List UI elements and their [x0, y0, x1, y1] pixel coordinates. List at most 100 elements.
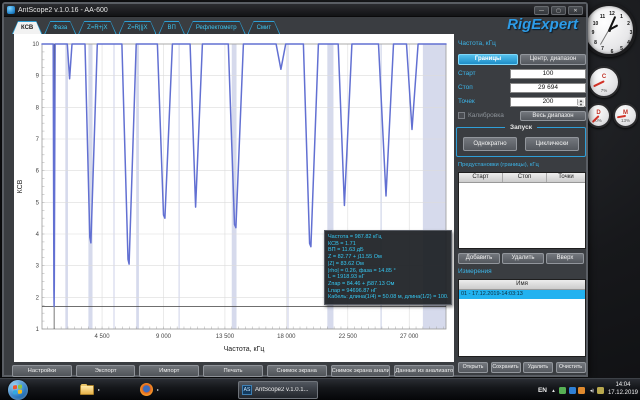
column-header: Имя	[459, 280, 585, 289]
launch-group: Запуск Однократно Циклически	[456, 127, 586, 157]
gauge-M: M13%	[613, 103, 638, 128]
antivirus-icon[interactable]	[559, 387, 566, 394]
bounds-mode-button[interactable]: Границы	[458, 54, 518, 65]
tooltip-line: |rho| = 0.26, фаза = 14.85 °	[328, 268, 448, 275]
measurements-title: Измерения	[458, 268, 492, 275]
bottom-toolbar: Настройки ЭкспортИмпорт Печать Снимок экран…	[12, 365, 454, 377]
column-header: Точки	[547, 173, 585, 182]
presets-delete-button[interactable]: Удалить	[502, 253, 544, 264]
explorer-icon[interactable]	[80, 385, 94, 395]
swr-plot-canvas[interactable]: 123456789104 5009 00013 50018 00022 5002…	[14, 34, 454, 362]
clock-number: 2	[627, 21, 630, 27]
points-spinner[interactable]: 200 ▲▼	[510, 97, 586, 107]
full-range-button[interactable]: Весь диапазон	[520, 111, 586, 121]
points-label: Точек	[458, 98, 475, 105]
close-button[interactable]: ✕	[568, 6, 583, 15]
y-tick-label: 8	[36, 105, 40, 111]
x-tick-label: 18 000	[277, 334, 296, 340]
taskbar-clock[interactable]: 14:04 17.12.2019	[608, 381, 638, 397]
tooltip-line: ВП = 11.63 дБ	[328, 247, 448, 254]
firefox-icon[interactable]	[140, 383, 153, 396]
swr-chart[interactable]: 123456789104 5009 00013 50018 00022 5002…	[14, 34, 454, 362]
gauge-label: C	[590, 74, 618, 80]
frequency-section-title: Частота, кГц	[458, 40, 496, 47]
tooltip-line: Zпар = 84.46 + j587.13 Ом	[328, 281, 448, 288]
maximize-button[interactable]: ▢	[551, 6, 566, 15]
toolbar-button-импорт[interactable]: Импорт	[139, 365, 199, 377]
x-tick-label: 27 000	[400, 334, 419, 340]
start-button[interactable]	[8, 380, 28, 400]
presets-table[interactable]: СтартСтопТочки	[458, 172, 586, 249]
control-panel: Частота, кГц Границы Центр, диапазон Ста…	[456, 32, 588, 378]
measurements-clear-button[interactable]: Очистить	[556, 362, 586, 373]
tab-ВП[interactable]: ВП	[158, 21, 184, 34]
toolbar-button-снимок-экрана-анализатора[interactable]: Снимок экрана анализатора	[331, 365, 391, 377]
titlebar[interactable]: AntScope2 v.1.0.16 - AA-600 — ▢ ✕	[4, 4, 586, 17]
tab-Смит[interactable]: Смит	[248, 21, 281, 34]
firefox-jumplist-arrow-icon[interactable]: ▸	[157, 387, 159, 392]
clock-pin	[608, 29, 611, 32]
explorer-jumplist-arrow-icon[interactable]: ▸	[98, 387, 100, 392]
y-tick-label: 6	[36, 169, 40, 175]
bluetooth-icon[interactable]	[569, 387, 576, 394]
presets-header: СтартСтопТочки	[459, 173, 585, 183]
y-axis-title: КСВ	[17, 179, 24, 193]
tab-Рефлектометр[interactable]: Рефлектометр	[187, 21, 246, 34]
show-hidden-icons-icon[interactable]: ▲	[550, 387, 557, 394]
measurements-delete-button[interactable]: Удалить	[523, 362, 553, 373]
measurement-row[interactable]: 01 - 17.12.2019-14:03:13	[459, 290, 585, 299]
tab-bar: КСВФазаZ=R+jXZ=R||jXВПРефлектометрСмит	[12, 19, 280, 34]
presets-up-button[interactable]: Вверх	[546, 253, 584, 264]
tooltip-line: Кабель: длина(1/4) = 50.08 м, длина(1/2)…	[328, 294, 448, 301]
calibration-label: Калибровка	[468, 112, 504, 119]
calibration-checkbox[interactable]	[458, 112, 465, 119]
minimize-button[interactable]: —	[534, 6, 549, 15]
presets-add-button[interactable]: Добавить	[458, 253, 500, 264]
toolbar-button-печать[interactable]: Печать	[203, 365, 263, 377]
spinner-arrows[interactable]: ▲▼	[577, 99, 584, 105]
window-title: AntScope2 v.1.0.16 - AA-600	[18, 7, 532, 14]
measurements-header: Имя	[459, 280, 585, 290]
tab-Фаза[interactable]: Фаза	[44, 21, 76, 34]
measurements-open-button[interactable]: Открыть	[458, 362, 488, 373]
start-input[interactable]: 100	[510, 69, 586, 79]
band-highlight	[179, 44, 180, 329]
run-cyclic-button[interactable]: Циклически	[525, 137, 579, 151]
tab-Z=R+jX[interactable]: Z=R+jX	[78, 21, 116, 34]
toolbar-button-снимок-экрана[interactable]: Снимок экрана	[267, 365, 327, 377]
clock-number: 8	[594, 40, 597, 46]
start-label: Старт	[458, 70, 476, 77]
keyboard-layout-icon[interactable]	[597, 387, 604, 394]
center-span-mode-button[interactable]: Центр, диапазон	[520, 54, 586, 65]
toolbar-button-настройки[interactable]: Настройки	[12, 365, 72, 377]
toolbar-button-данные-из-анализатора[interactable]: Данные из анализатора	[394, 365, 454, 377]
language-indicator[interactable]: EN	[538, 387, 547, 394]
toolbar-button-экспорт[interactable]: Экспорт	[76, 365, 136, 377]
clock-number: 10	[593, 21, 599, 27]
tab-Z=R||jX[interactable]: Z=R||jX	[119, 21, 157, 34]
tab-КСВ[interactable]: КСВ	[12, 21, 42, 34]
second-hand	[600, 30, 609, 45]
clock-gadget[interactable]: 123456789101112	[582, 3, 636, 57]
antscope-task-button[interactable]: AS AntScope2 v.1.0.1...	[238, 381, 318, 399]
x-axis-title: Частота, кГц	[224, 346, 265, 353]
y-tick-label: 10	[32, 42, 39, 48]
tooltip-line: |Z| = 83.62 Ом	[328, 261, 448, 268]
y-tick-label: 5	[36, 200, 40, 206]
antscope-window: AntScope2 v.1.0.16 - AA-600 — ▢ ✕ КСВФаз…	[2, 2, 588, 377]
tooltip-line: L = 1918.93 нГ	[328, 274, 448, 281]
measurements-save-button[interactable]: Сохранить	[491, 362, 521, 373]
clock-number: 4	[627, 40, 630, 46]
spin-down-icon[interactable]: ▼	[578, 103, 584, 107]
run-single-button[interactable]: Однократно	[463, 137, 517, 151]
volume-icon[interactable]: ◄)	[588, 387, 595, 394]
measurements-list[interactable]: 01 - 17.12.2019-14:03:13	[459, 290, 585, 299]
measurements-table[interactable]: Имя 01 - 17.12.2019-14:03:13	[458, 279, 586, 357]
clock-number: 11	[600, 14, 605, 20]
clock-number: 6	[611, 49, 614, 55]
gauge-C: C7%	[588, 66, 620, 98]
y-tick-label: 7	[36, 137, 40, 143]
storage-app-icon[interactable]	[578, 387, 585, 394]
gauge-D: D0%	[586, 103, 611, 128]
stop-input[interactable]: 29 694	[510, 83, 586, 93]
